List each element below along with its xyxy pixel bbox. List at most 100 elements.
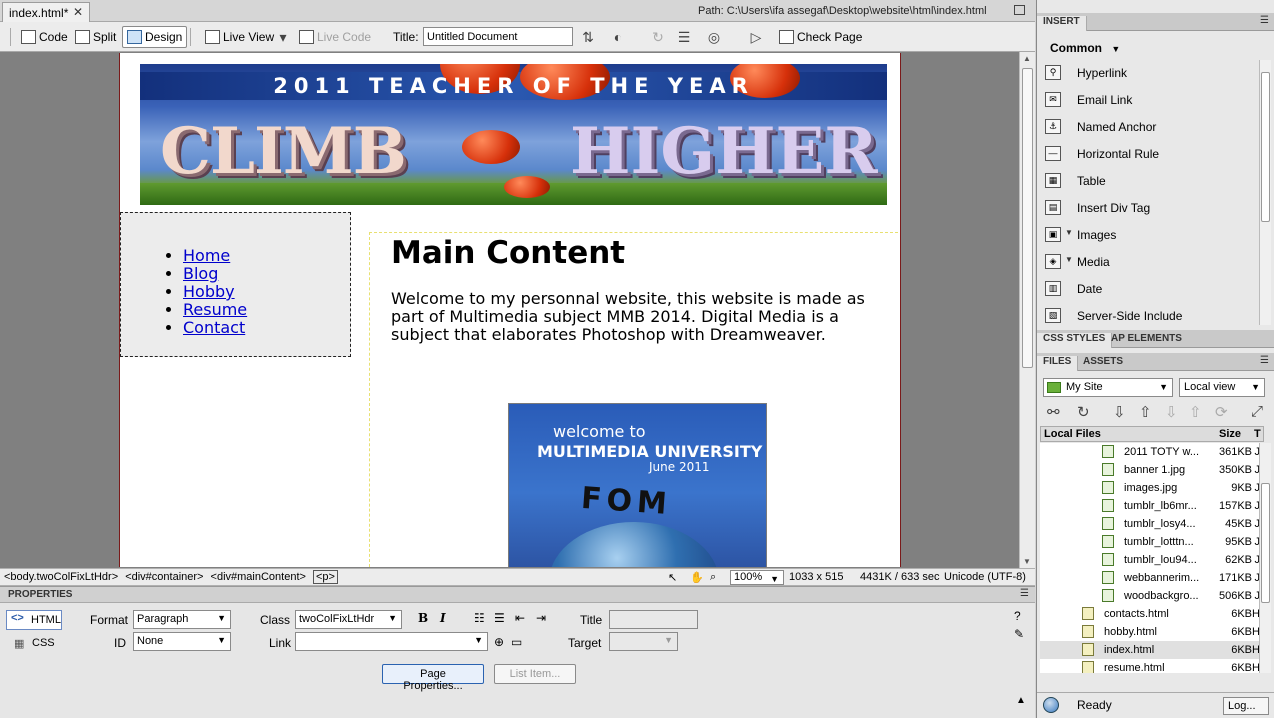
validate-markup-icon[interactable]: ▷ xyxy=(746,29,766,45)
put-files-icon[interactable]: ⇧ xyxy=(1139,403,1152,421)
indent-icon[interactable]: ⇥ xyxy=(536,611,546,625)
format-select[interactable]: Paragraph ▼ xyxy=(133,610,231,629)
css-styles-tab[interactable]: CSS STYLES xyxy=(1037,333,1113,348)
main-heading[interactable]: Main Content xyxy=(391,235,625,271)
title-input[interactable] xyxy=(423,27,573,46)
html-mode-button[interactable]: <> HTML xyxy=(6,610,62,630)
zoom-select[interactable]: 100% ▼ xyxy=(730,570,784,585)
file-row[interactable]: images.jpg 9KB J xyxy=(1040,479,1262,497)
restore-window-icon[interactable] xyxy=(1014,5,1025,15)
size-header[interactable]: Size xyxy=(1219,428,1241,440)
insert-horizontal-rule[interactable]: — Horizontal Rule xyxy=(1037,141,1259,168)
live-view-dropdown-icon[interactable]: ▾ xyxy=(273,29,293,45)
bold-button[interactable]: B xyxy=(418,611,428,625)
insert-named-anchor[interactable]: ⚓ Named Anchor xyxy=(1037,114,1259,141)
scroll-down-icon[interactable]: ▼ xyxy=(1023,557,1031,566)
collapse-icon[interactable]: ▲ xyxy=(1016,695,1026,706)
tag-maincontent[interactable]: <div#mainContent> xyxy=(211,571,306,583)
design-canvas[interactable]: 2011 TEACHER OF THE YEAR CLIMB HIGHER Ho… xyxy=(0,52,1035,568)
sidebar-div[interactable]: Home Blog Hobby Resume Contact xyxy=(120,212,351,357)
help-icon[interactable]: ? xyxy=(1014,609,1021,623)
id-select[interactable]: None ▼ xyxy=(133,632,231,651)
file-row[interactable]: tumblr_losy4... 45KB J xyxy=(1040,515,1262,533)
design-view-button[interactable]: Design xyxy=(122,26,188,48)
window-size[interactable]: 1033 x 515 xyxy=(789,571,843,583)
get-files-icon[interactable]: ⇩ xyxy=(1113,403,1126,421)
insert-tab[interactable]: INSERT xyxy=(1037,16,1087,31)
scroll-up-icon[interactable]: ▲ xyxy=(1023,54,1031,63)
tag-p[interactable]: <p> xyxy=(313,570,338,584)
site-select[interactable]: My Site ▼ xyxy=(1043,378,1173,397)
scroll-thumb[interactable] xyxy=(1261,72,1270,222)
title-attr-input[interactable] xyxy=(609,610,698,629)
nav-link-home[interactable]: Home xyxy=(183,246,230,265)
edit-icon[interactable]: ✎ xyxy=(1014,627,1024,641)
ap-elements-tab[interactable]: AP ELEMENTS xyxy=(1105,333,1188,344)
live-view-button[interactable]: Live View xyxy=(200,26,279,48)
insert-server-side-include[interactable]: ▧ Server-Side Include xyxy=(1037,303,1259,330)
panel-menu-icon[interactable]: ☰ xyxy=(1020,588,1029,599)
insert-hyperlink[interactable]: ⚲ Hyperlink xyxy=(1037,60,1259,87)
scroll-thumb[interactable] xyxy=(1022,68,1033,368)
file-row[interactable]: tumblr_lotttn... 95KB J xyxy=(1040,533,1262,551)
file-management-icon[interactable]: ⇅ xyxy=(578,29,598,45)
list-item-button[interactable]: List Item... xyxy=(494,664,576,684)
insert-media[interactable]: ◈ ▼ Media xyxy=(1037,249,1259,276)
css-mode-button[interactable]: ▦ CSS xyxy=(6,635,62,653)
file-row[interactable]: tumblr_lb6mr... 157KB J xyxy=(1040,497,1262,515)
file-row[interactable]: 2011 TOTY w... 361KB J xyxy=(1040,443,1262,461)
poster-image[interactable]: welcome to MULTIMEDIA UNIVERSITY June 20… xyxy=(508,403,767,567)
canvas-vertical-scrollbar[interactable]: ▲ ▼ xyxy=(1019,52,1035,568)
type-header[interactable]: T xyxy=(1254,428,1261,440)
files-scrollbar[interactable] xyxy=(1259,443,1271,673)
document-tab[interactable]: index.html* ✕ xyxy=(2,2,90,22)
page-container[interactable]: 2011 TEACHER OF THE YEAR CLIMB HIGHER Ho… xyxy=(119,53,901,567)
main-paragraph[interactable]: Welcome to my personnal website, this we… xyxy=(391,290,891,344)
main-content-div[interactable]: Main Content Welcome to my personnal web… xyxy=(369,232,900,567)
point-to-file-icon[interactable]: ⊕ xyxy=(494,635,504,649)
file-row[interactable]: tumblr_lou94... 62KB J xyxy=(1040,551,1262,569)
insert-scrollbar[interactable] xyxy=(1259,60,1271,325)
nav-link-blog[interactable]: Blog xyxy=(183,264,218,283)
file-row[interactable]: webbannerim... 171KB J xyxy=(1040,569,1262,587)
close-tab-icon[interactable]: ✕ xyxy=(73,5,83,19)
unordered-list-icon[interactable]: ☷ xyxy=(474,611,485,625)
check-in-icon[interactable]: ⇧ xyxy=(1189,403,1202,421)
link-input[interactable]: ▼ xyxy=(295,632,488,651)
refresh-icon[interactable]: ↻ xyxy=(648,29,668,45)
file-row-selected[interactable]: index.html 6KB H xyxy=(1040,641,1262,659)
files-tab[interactable]: FILES xyxy=(1037,356,1079,371)
nav-link-hobby[interactable]: Hobby xyxy=(183,282,235,301)
tag-container[interactable]: <div#container> xyxy=(125,571,203,583)
live-code-button[interactable]: Live Code xyxy=(294,26,376,48)
zoom-tool-icon[interactable]: ⌕ xyxy=(710,571,716,584)
banner-image[interactable]: 2011 TEACHER OF THE YEAR CLIMB HIGHER xyxy=(140,64,887,205)
nav-link-resume[interactable]: Resume xyxy=(183,300,247,319)
select-tool-icon[interactable]: ↖ xyxy=(668,571,677,584)
view-options-icon[interactable]: ☰ xyxy=(674,29,694,45)
scroll-thumb[interactable] xyxy=(1261,483,1270,603)
preview-browser-icon[interactable]: ◐ xyxy=(608,29,628,45)
nav-link-contact[interactable]: Contact xyxy=(183,318,245,337)
synchronize-icon[interactable]: ⟳ xyxy=(1215,403,1228,421)
browse-folder-icon[interactable]: ▭ xyxy=(511,635,522,649)
italic-button[interactable]: I xyxy=(440,611,446,625)
ordered-list-icon[interactable]: ☰ xyxy=(494,611,505,625)
insert-email-link[interactable]: ✉ Email Link xyxy=(1037,87,1259,114)
page-properties-button[interactable]: Page Properties... xyxy=(382,664,484,692)
panel-menu-icon[interactable]: ☰ xyxy=(1260,15,1269,26)
insert-date[interactable]: ▥ Date xyxy=(1037,276,1259,303)
connect-icon[interactable]: ⚯ xyxy=(1047,403,1060,421)
target-select[interactable]: ▼ xyxy=(609,632,678,651)
check-out-icon[interactable]: ⇩ xyxy=(1165,403,1178,421)
class-select[interactable]: twoColFixLtHdr ▼ xyxy=(295,610,402,629)
file-row[interactable]: hobby.html 6KB H xyxy=(1040,623,1262,641)
code-view-button[interactable]: Code xyxy=(16,26,73,48)
assets-tab[interactable]: ASSETS xyxy=(1077,356,1129,367)
log-button[interactable]: Log... xyxy=(1223,697,1269,715)
local-files-header[interactable]: Local Files xyxy=(1044,428,1101,440)
file-row[interactable]: resume.html 6KB H xyxy=(1040,659,1262,673)
insert-div-tag[interactable]: ▤ Insert Div Tag xyxy=(1037,195,1259,222)
file-row[interactable]: banner 1.jpg 350KB J xyxy=(1040,461,1262,479)
visual-aids-icon[interactable]: ◎ xyxy=(704,29,724,45)
